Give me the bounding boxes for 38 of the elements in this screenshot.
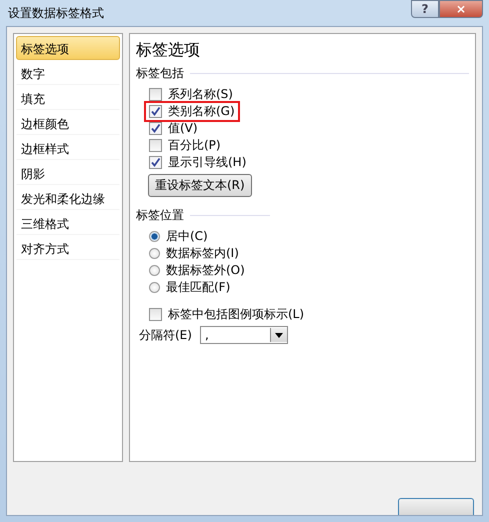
sidebar-item[interactable]: 阴影	[16, 161, 120, 185]
radio-label: 数据标签内(I)	[166, 245, 239, 262]
checkbox[interactable]	[149, 122, 162, 135]
panel-title: 标签选项	[136, 40, 201, 61]
checkbox[interactable]	[149, 88, 162, 101]
radio-label: 居中(C)	[166, 228, 208, 245]
sidebar-item[interactable]: 边框样式	[16, 136, 120, 160]
checkbox-label: 值(V)	[168, 120, 198, 137]
dialog-button[interactable]	[398, 498, 474, 515]
sidebar-item[interactable]: 边框颜色	[16, 111, 120, 135]
checkbox-label: 类别名称(G)	[168, 103, 235, 120]
sidebar-item[interactable]: 对齐方式	[16, 236, 120, 260]
help-button[interactable]: ?	[411, 0, 439, 18]
window-title: 设置数据标签格式	[7, 4, 104, 22]
radio-button[interactable]	[149, 231, 160, 242]
reset-button[interactable]: 重设标签文本(R)	[148, 174, 252, 197]
checkbox-label: 百分比(P)	[168, 137, 221, 154]
section-heading: 标签位置	[136, 207, 184, 224]
field-label: 分隔符(E)	[139, 326, 192, 344]
radio-label: 最佳匹配(F)	[166, 279, 230, 296]
checkbox-label: 系列名称(S)	[168, 86, 233, 103]
sidebar-item[interactable]: 发光和柔化边缘	[16, 186, 120, 210]
separator-dropdown[interactable]: ,	[200, 326, 288, 344]
checkbox-label: 标签中包括图例项标示(L)	[168, 306, 304, 323]
sidebar-item[interactable]: 数字	[16, 61, 120, 85]
radio-button[interactable]	[149, 282, 160, 293]
checkbox-label: 显示引导线(H)	[168, 154, 246, 171]
sidebar-item[interactable]: 填充	[16, 86, 120, 110]
checkbox[interactable]	[149, 139, 162, 152]
radio-label: 数据标签外(O)	[166, 262, 245, 279]
checkbox[interactable]	[149, 156, 162, 169]
section-heading: 标签包括	[136, 65, 184, 82]
checkbox[interactable]	[149, 105, 162, 118]
radio-button[interactable]	[149, 248, 160, 259]
sidebar-item[interactable]: 标签选项	[16, 36, 120, 60]
sidebar-item[interactable]: 三维格式	[16, 211, 120, 235]
checkbox[interactable]	[149, 308, 162, 321]
radio-button[interactable]	[149, 265, 160, 276]
